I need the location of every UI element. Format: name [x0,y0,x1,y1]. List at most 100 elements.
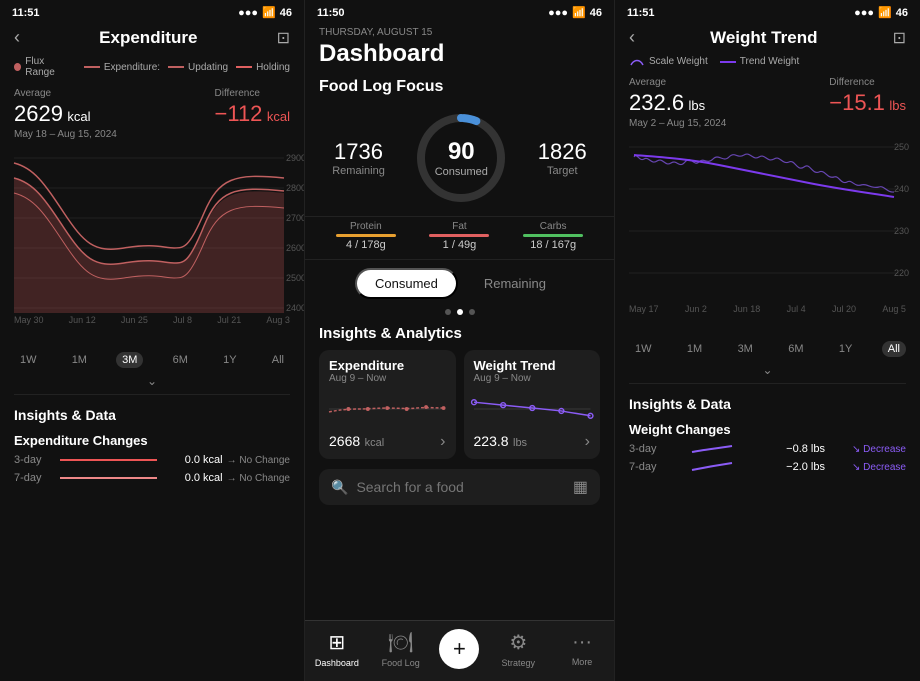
wifi-icon-r: 📶 [878,6,892,19]
dashboard-date: THURSDAY, AUGUST 15 [305,23,614,38]
legend-expenditure: Expenditure: Updating Holding [84,62,290,73]
food-search-input[interactable] [356,479,564,495]
protein-macro: Protein 4 / 178g [336,221,396,251]
exp-card-unit: kcal [365,437,385,449]
wifi-icon-c: 📶 [572,6,586,19]
wt-card-value: 223.8 [474,433,509,449]
wt-change-arrow-7d: ↘ Decrease [852,462,906,473]
nav-strategy-label: Strategy [502,658,536,668]
svg-text:230: 230 [894,226,909,236]
weight-change-row-3day: 3-day −0.8 lbs ↘ Decrease [629,443,906,455]
scale-weight-icon [629,57,645,67]
wt-card-arrow[interactable]: › [585,433,590,451]
fat-bar [429,234,489,237]
difference-block: Difference −112 kcal [215,88,291,127]
food-log-stats: 1736 Remaining 90 Consumed 1826 Target [305,104,614,216]
food-search-bar[interactable]: 🔍 ▦ [319,469,600,505]
status-bar-right: 11:51 ●●● 📶 46 [615,0,920,23]
change-line-7d [60,477,157,479]
trend-line-legend [720,61,736,63]
divider-right [629,383,906,384]
left-insights: Insights & Data [0,399,304,433]
wt-filter-1m[interactable]: 1M [681,341,708,357]
battery-icon-c: 46 [590,7,602,19]
average-block: Average 2629 kcal [14,88,91,127]
dot-1 [445,309,451,315]
wt-card-unit: lbs [513,437,527,449]
exp-card-arrow[interactable]: › [440,433,445,451]
expenditure-header: ‹ Expenditure ⊡ [0,23,304,54]
dashboard-icon: ⊞ [329,630,346,655]
share-icon-right[interactable]: ⊡ [893,28,906,48]
legend-scale-weight: Scale Weight [629,56,708,67]
weight-expand-chevron[interactable]: ⌄ [615,361,920,379]
expand-chevron[interactable]: ⌄ [0,372,304,390]
nav-food-log[interactable]: 🍽 Food Log [376,630,426,668]
time-right: 11:51 [627,7,655,19]
holding-label: Holding [256,62,290,73]
consumed-toggle-btn[interactable]: Consumed [355,268,458,299]
weight-difference-value: −15.1 lbs [829,90,906,116]
filter-1m[interactable]: 1M [66,352,93,368]
wt-filter-all[interactable]: All [882,341,906,357]
weight-chart: 250 240 230 220 May 17 Jun 2 Jun 18 Jul … [615,137,920,337]
time-center: 11:50 [317,7,345,19]
protein-bar [336,234,396,237]
average-label: Average [14,88,91,99]
wt-filter-1y[interactable]: 1Y [833,341,858,357]
dashboard-title: Dashboard [305,38,614,74]
more-icon: ··· [572,631,592,654]
protein-value: 4 / 178g [336,239,396,251]
weight-legend: Scale Weight Trend Weight [615,54,920,73]
nav-dashboard[interactable]: ⊞ Dashboard [312,630,362,668]
remaining-toggle-btn[interactable]: Remaining [466,268,564,299]
filter-6m[interactable]: 6M [167,352,194,368]
expenditure-card[interactable]: Expenditure Aug 9 – Now 2668 kc [319,350,456,459]
nav-more[interactable]: ··· More [557,631,607,667]
wt-change-period-3d: 3-day [629,443,669,455]
weight-time-filters: 1W 1M 3M 6M 1Y All [615,337,920,361]
protein-label: Protein [336,221,396,232]
share-icon[interactable]: ⊡ [277,28,290,48]
weight-trend-card[interactable]: Weight Trend Aug 9 – Now 223.8 lbs [464,350,601,459]
expenditure-chart: 2900 2800 2700 2600 2500 2400 May 30 Jun… [0,148,304,348]
carbs-bar [523,234,583,237]
svg-text:220: 220 [894,268,909,278]
remaining-stat: 1736 Remaining [332,139,385,177]
target-stat: 1826 Target [538,139,587,177]
battery-icon: 46 [280,7,292,19]
wt-change-arrow-3d: ↘ Decrease [852,444,906,455]
weight-date-range: May 2 – Aug 15, 2024 [615,118,920,133]
change-val-3d: 0.0 kcal [163,454,223,466]
expenditure-title: Expenditure [20,28,277,48]
signal-icon-r: ●●● [854,7,874,19]
wt-filter-1w[interactable]: 1W [629,341,658,357]
nav-strategy[interactable]: ⚙ Strategy [493,630,543,668]
barcode-icon[interactable]: ▦ [573,477,588,497]
status-icons-right: ●●● 📶 46 [854,6,908,19]
filter-1y[interactable]: 1Y [217,352,242,368]
consumed-remaining-toggle: Consumed Remaining [305,260,614,307]
nav-add-button[interactable]: + [439,629,479,669]
weight-title: Weight Trend [635,28,893,48]
fat-macro: Fat 1 / 49g [429,221,489,251]
consumed-label-donut: Consumed [435,166,488,178]
wt-filter-3m[interactable]: 3M [732,341,759,357]
search-icon: 🔍 [331,479,348,496]
exp-mini-chart [329,394,446,424]
filter-3m[interactable]: 3M [116,352,143,368]
wt-card-title: Weight Trend [474,358,591,373]
bottom-navigation: ⊞ Dashboard 🍽 Food Log + ⚙ Strategy ··· … [305,620,614,681]
exp-card-sub: Aug 9 – Now [329,373,446,384]
status-bar-center: 11:50 ●●● 📶 46 [305,0,614,23]
change-period-7d: 7-day [14,472,54,484]
svg-text:2400: 2400 [286,303,305,313]
filter-all[interactable]: All [266,352,290,368]
filter-1w[interactable]: 1W [14,352,43,368]
change-period-3d: 3-day [14,454,54,466]
wt-filter-6m[interactable]: 6M [782,341,809,357]
exp-card-value: 2668 [329,433,360,449]
right-insights-title: Insights & Data [629,396,906,412]
nav-more-label: More [572,657,593,667]
right-insights: Insights & Data [615,388,920,422]
